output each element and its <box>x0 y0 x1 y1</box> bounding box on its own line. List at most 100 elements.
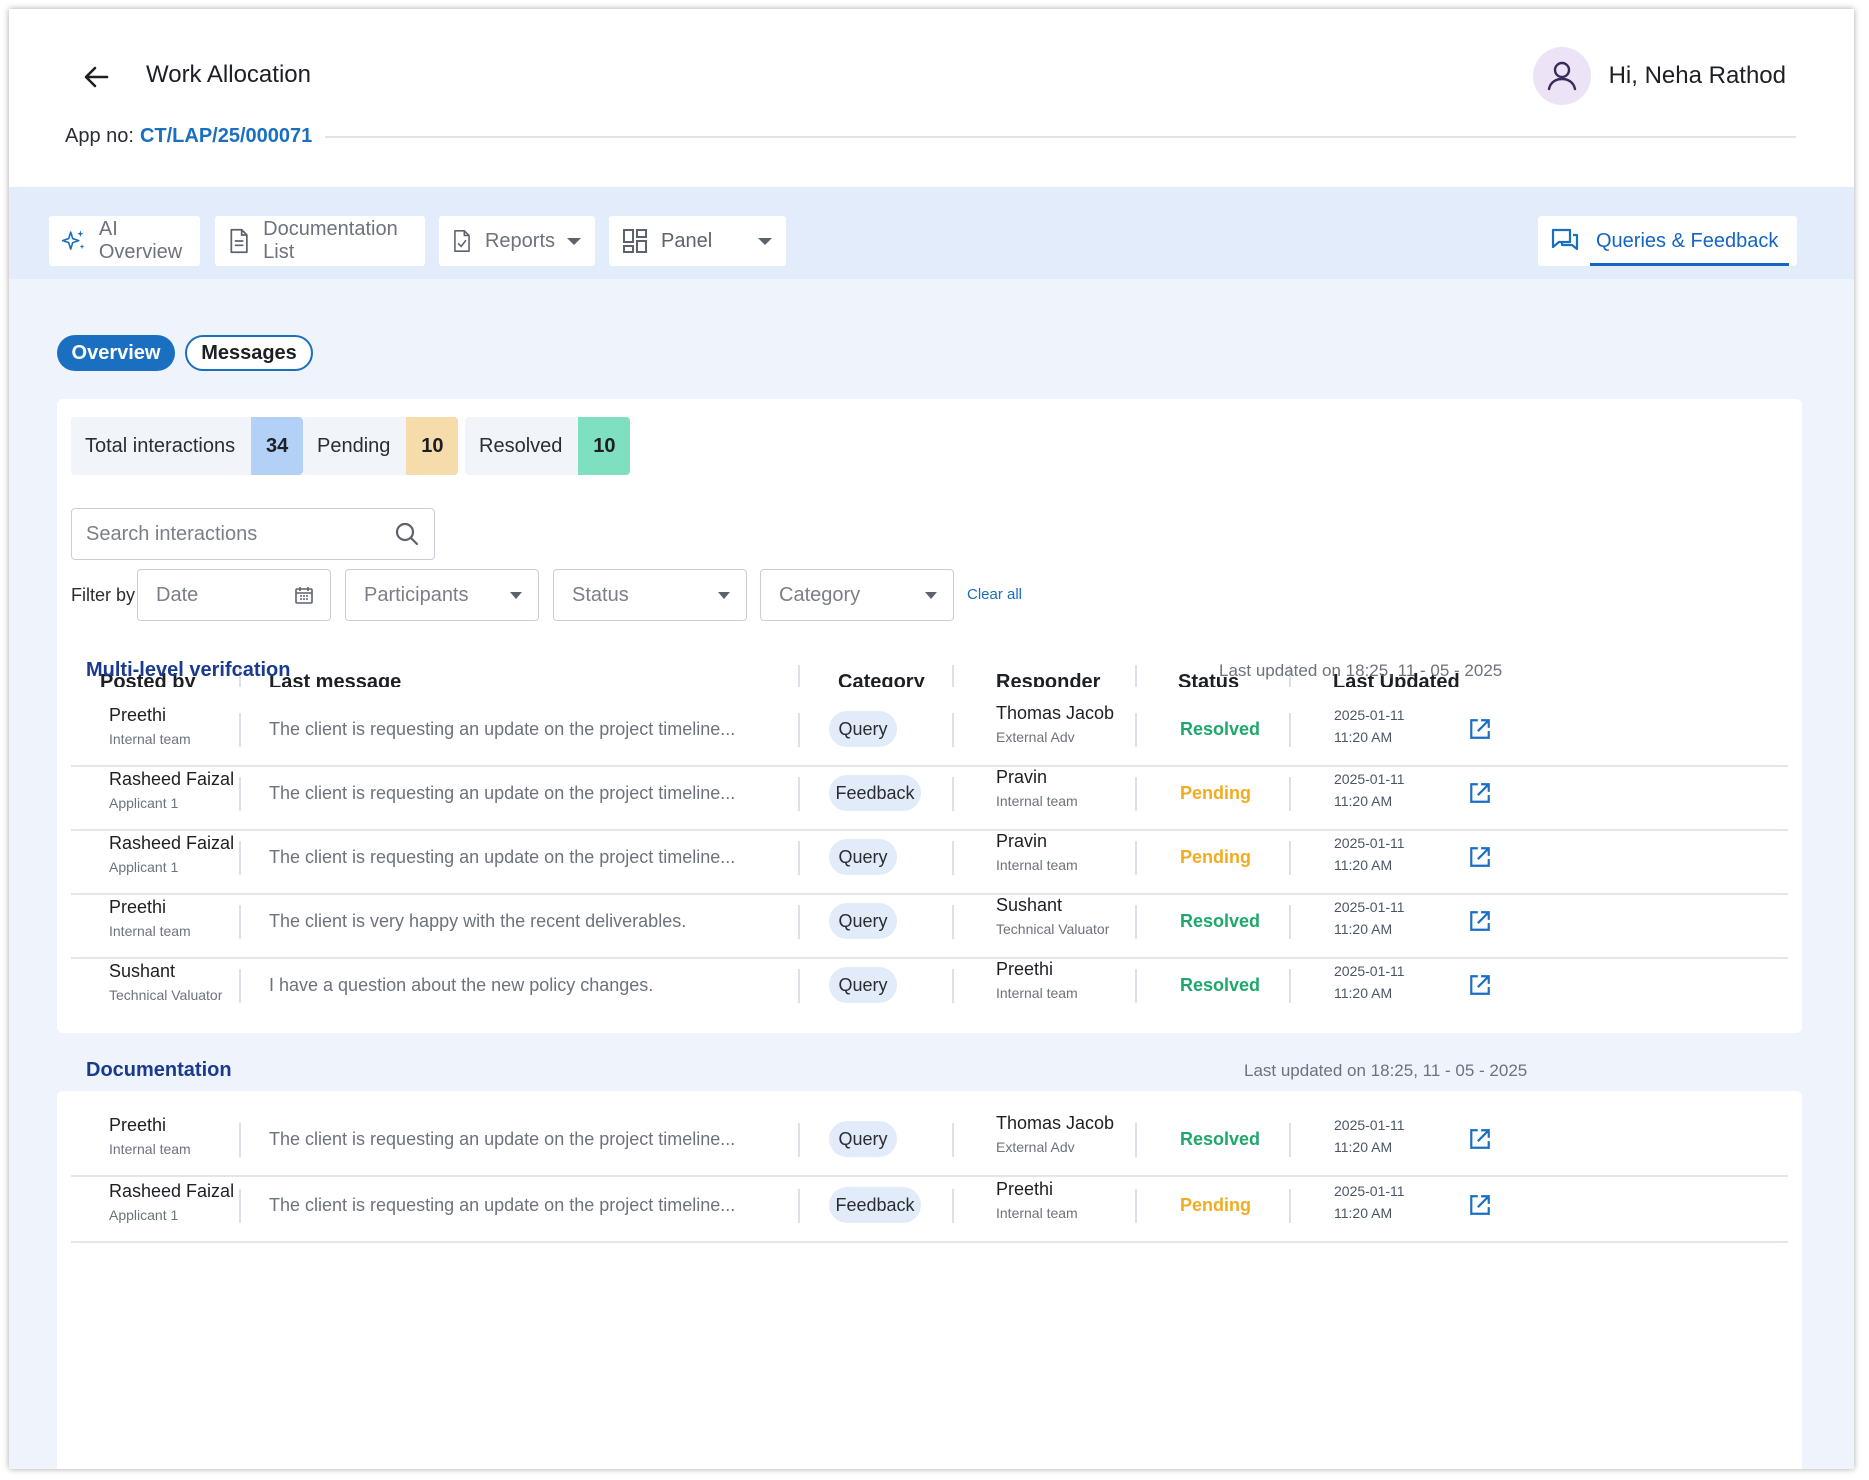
last-message: I have a question about the new policy c… <box>269 975 654 995</box>
responder-name: Sushant <box>996 895 1063 915</box>
app-number: App no: CT/LAP/25/000071 <box>65 125 312 148</box>
column-divider <box>1135 841 1137 875</box>
column-divider <box>952 713 954 747</box>
status-filter[interactable]: Status <box>553 569 747 621</box>
back-arrow-icon[interactable] <box>77 57 117 97</box>
module-toolbar: AI Overview Documentation List Reports P… <box>9 187 1854 279</box>
search-icon[interactable] <box>394 521 420 547</box>
column-divider <box>1289 905 1291 939</box>
table-row[interactable]: Preethi Internal team The client is reques… <box>71 1101 1788 1177</box>
responder-role: External Adv <box>996 1139 1075 1155</box>
column-divider <box>1135 1189 1137 1223</box>
last-updated-time: 11:20 AM <box>1334 985 1393 1001</box>
calendar-icon[interactable] <box>294 585 314 605</box>
search-input[interactable]: Search interactions <box>71 508 435 560</box>
last-message: The client is requesting an update on th… <box>269 1129 736 1149</box>
open-external-icon[interactable] <box>1468 1127 1492 1151</box>
date-filter-label: Date <box>156 583 199 606</box>
column-divider <box>1289 1123 1291 1157</box>
last-message: The client is requesting an update on th… <box>269 719 736 739</box>
stat-pending-count: 10 <box>406 417 459 475</box>
responder-role: Internal team <box>996 985 1078 1001</box>
table-row[interactable]: Sushant Technical Valuator I have a questi… <box>71 947 1788 1023</box>
category-chip: Query <box>829 903 897 939</box>
reports-dropdown[interactable]: Reports <box>439 216 595 266</box>
app-window: Work Allocation Hi, Neha Rathod App no: … <box>9 9 1854 1469</box>
category-chip: Feedback <box>829 1187 921 1223</box>
status-label: Resolved <box>1180 911 1261 931</box>
tab-messages[interactable]: Messages <box>185 335 313 371</box>
sparkle-icon <box>61 230 85 250</box>
column-divider <box>239 905 241 939</box>
user-avatar-icon <box>1532 47 1591 105</box>
stat-resolved-count: 10 <box>578 417 631 475</box>
participants-filter[interactable]: Participants <box>345 569 539 621</box>
document-icon <box>230 228 248 254</box>
date-filter[interactable]: Date <box>137 569 331 621</box>
stat-pending: Pending 10 <box>303 417 459 475</box>
caret-down-icon <box>925 591 937 599</box>
last-updated-date: 2025-01-11 <box>1334 899 1405 915</box>
category-chip: Query <box>829 711 897 747</box>
column-divider <box>952 1189 954 1223</box>
group-last-updated: Last updated on 18:25, 11 - 05 - 2025 <box>1219 661 1503 680</box>
last-updated-date: 2025-01-11 <box>1334 707 1405 723</box>
responder-name: Preethi <box>996 1179 1054 1199</box>
column-divider <box>239 1189 241 1223</box>
posted-by-role: Applicant 1 <box>109 1207 179 1223</box>
column-divider <box>239 1123 241 1157</box>
open-external-icon[interactable] <box>1468 717 1492 741</box>
documentation-list-button[interactable]: Documentation List <box>215 216 425 266</box>
category-chip: Query <box>829 839 897 875</box>
column-divider <box>798 1189 800 1223</box>
status-label: Pending <box>1180 1195 1251 1215</box>
open-external-icon[interactable] <box>1468 1193 1492 1217</box>
participants-filter-label: Participants <box>364 583 469 606</box>
stat-total-count: 34 <box>251 417 304 475</box>
column-divider <box>239 777 241 811</box>
open-external-icon[interactable] <box>1468 909 1492 933</box>
column-divider <box>1135 905 1137 939</box>
user-profile[interactable]: Hi, Neha Rathod <box>1532 47 1786 105</box>
open-external-icon[interactable] <box>1468 781 1492 805</box>
last-updated-date: 2025-01-11 <box>1334 771 1405 787</box>
last-updated-time: 11:20 AM <box>1334 857 1393 873</box>
last-message: The client is requesting an update on th… <box>269 847 736 867</box>
column-divider <box>1289 777 1291 811</box>
clear-all-link[interactable]: Clear all <box>967 586 1022 603</box>
app-number-value[interactable]: CT/LAP/25/000071 <box>140 125 312 148</box>
ai-overview-label: AI Overview <box>98 218 183 263</box>
open-external-icon[interactable] <box>1468 973 1492 997</box>
column-divider <box>1289 841 1291 875</box>
column-divider <box>952 905 954 939</box>
app-number-label: App no: <box>65 125 134 147</box>
queries-feedback-tab[interactable]: Queries & Feedback <box>1538 216 1797 266</box>
posted-by-role: Applicant 1 <box>109 859 179 875</box>
posted-by-name: Preethi <box>109 897 167 917</box>
last-message: The client is requesting an update on th… <box>269 783 736 803</box>
page-title: Work Allocation <box>146 61 311 88</box>
last-updated-date: 2025-01-11 <box>1334 1183 1405 1199</box>
chat-bubbles-icon <box>1551 228 1579 251</box>
category-filter[interactable]: Category <box>760 569 954 621</box>
ai-overview-button[interactable]: AI Overview <box>49 216 200 266</box>
panel-dropdown[interactable]: Panel <box>609 216 786 266</box>
tab-overview[interactable]: Overview <box>57 335 175 371</box>
group-card-documentation: Preethi Internal team The client is reques… <box>57 1091 1802 1469</box>
status-label: Pending <box>1180 783 1251 803</box>
stat-resolved-label: Resolved <box>479 434 563 457</box>
posted-by-name: Rasheed Faizal <box>109 833 235 853</box>
panel-label: Panel <box>661 229 713 252</box>
table-row[interactable]: Rasheed Faizal Applicant 1 The client is r… <box>71 1167 1788 1243</box>
report-check-icon <box>454 230 470 252</box>
column-divider <box>1289 713 1291 747</box>
status-label: Resolved <box>1180 719 1261 739</box>
responder-name: Thomas Jacob <box>996 1113 1115 1133</box>
responder-name: Pravin <box>996 767 1048 787</box>
column-divider <box>952 969 954 1003</box>
stat-total-label: Total interactions <box>85 434 236 457</box>
stat-pending-label: Pending <box>317 434 391 457</box>
open-external-icon[interactable] <box>1468 845 1492 869</box>
posted-by-role: Applicant 1 <box>109 795 179 811</box>
posted-by-name: Preethi <box>109 705 167 725</box>
